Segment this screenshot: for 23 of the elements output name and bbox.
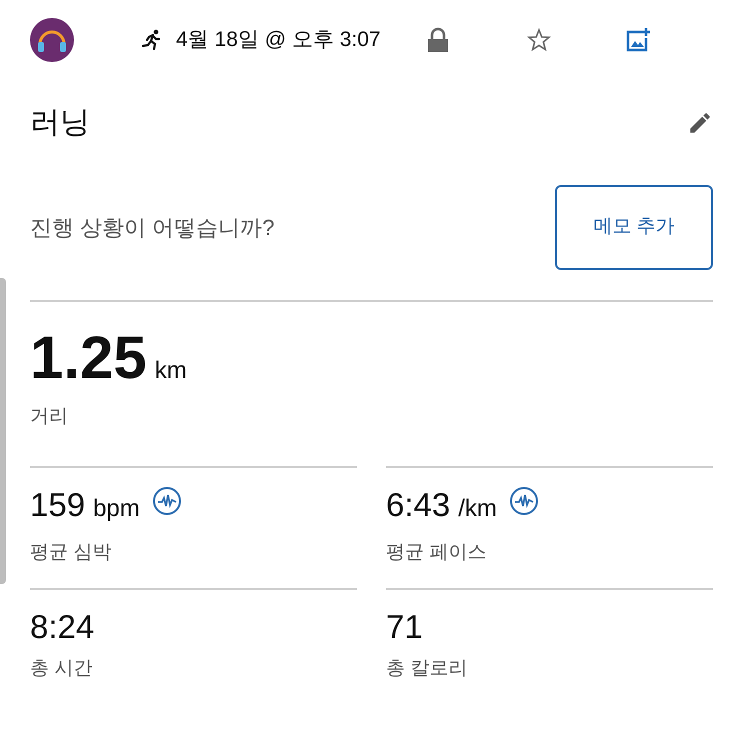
- metric-value: 6:43: [386, 488, 450, 520]
- progress-prompt: 진행 상황이 어떻습니까?: [30, 214, 274, 242]
- activity-date: 4월 18일 @ 오후 3:07: [176, 27, 381, 54]
- distance-value: 1.25: [30, 328, 147, 388]
- metric-value: 159: [30, 488, 86, 520]
- metric-label: 평균 페이스: [386, 540, 488, 564]
- metric-label: 총 칼로리: [386, 656, 468, 680]
- heart-rate-icon[interactable]: [152, 486, 182, 516]
- add-photo-icon[interactable]: [624, 27, 651, 53]
- heart-rate-icon[interactable]: [508, 486, 539, 516]
- metric-value: 71: [386, 610, 423, 642]
- distance-unit: km: [154, 356, 187, 386]
- star-icon[interactable]: [526, 28, 551, 52]
- lock-icon[interactable]: [426, 27, 449, 53]
- metric-unit: bpm: [93, 494, 140, 524]
- activity-title: 러닝: [30, 105, 90, 141]
- add-memo-button[interactable]: 메모 추가: [555, 185, 713, 270]
- metric-unit: /km: [458, 494, 497, 524]
- avatar-icon[interactable]: [30, 18, 74, 62]
- metric-label: 평균 심박: [30, 540, 112, 564]
- metric-value: 8:24: [30, 610, 94, 642]
- distance-label: 거리: [30, 405, 69, 429]
- metric-label: 총 시간: [30, 656, 94, 680]
